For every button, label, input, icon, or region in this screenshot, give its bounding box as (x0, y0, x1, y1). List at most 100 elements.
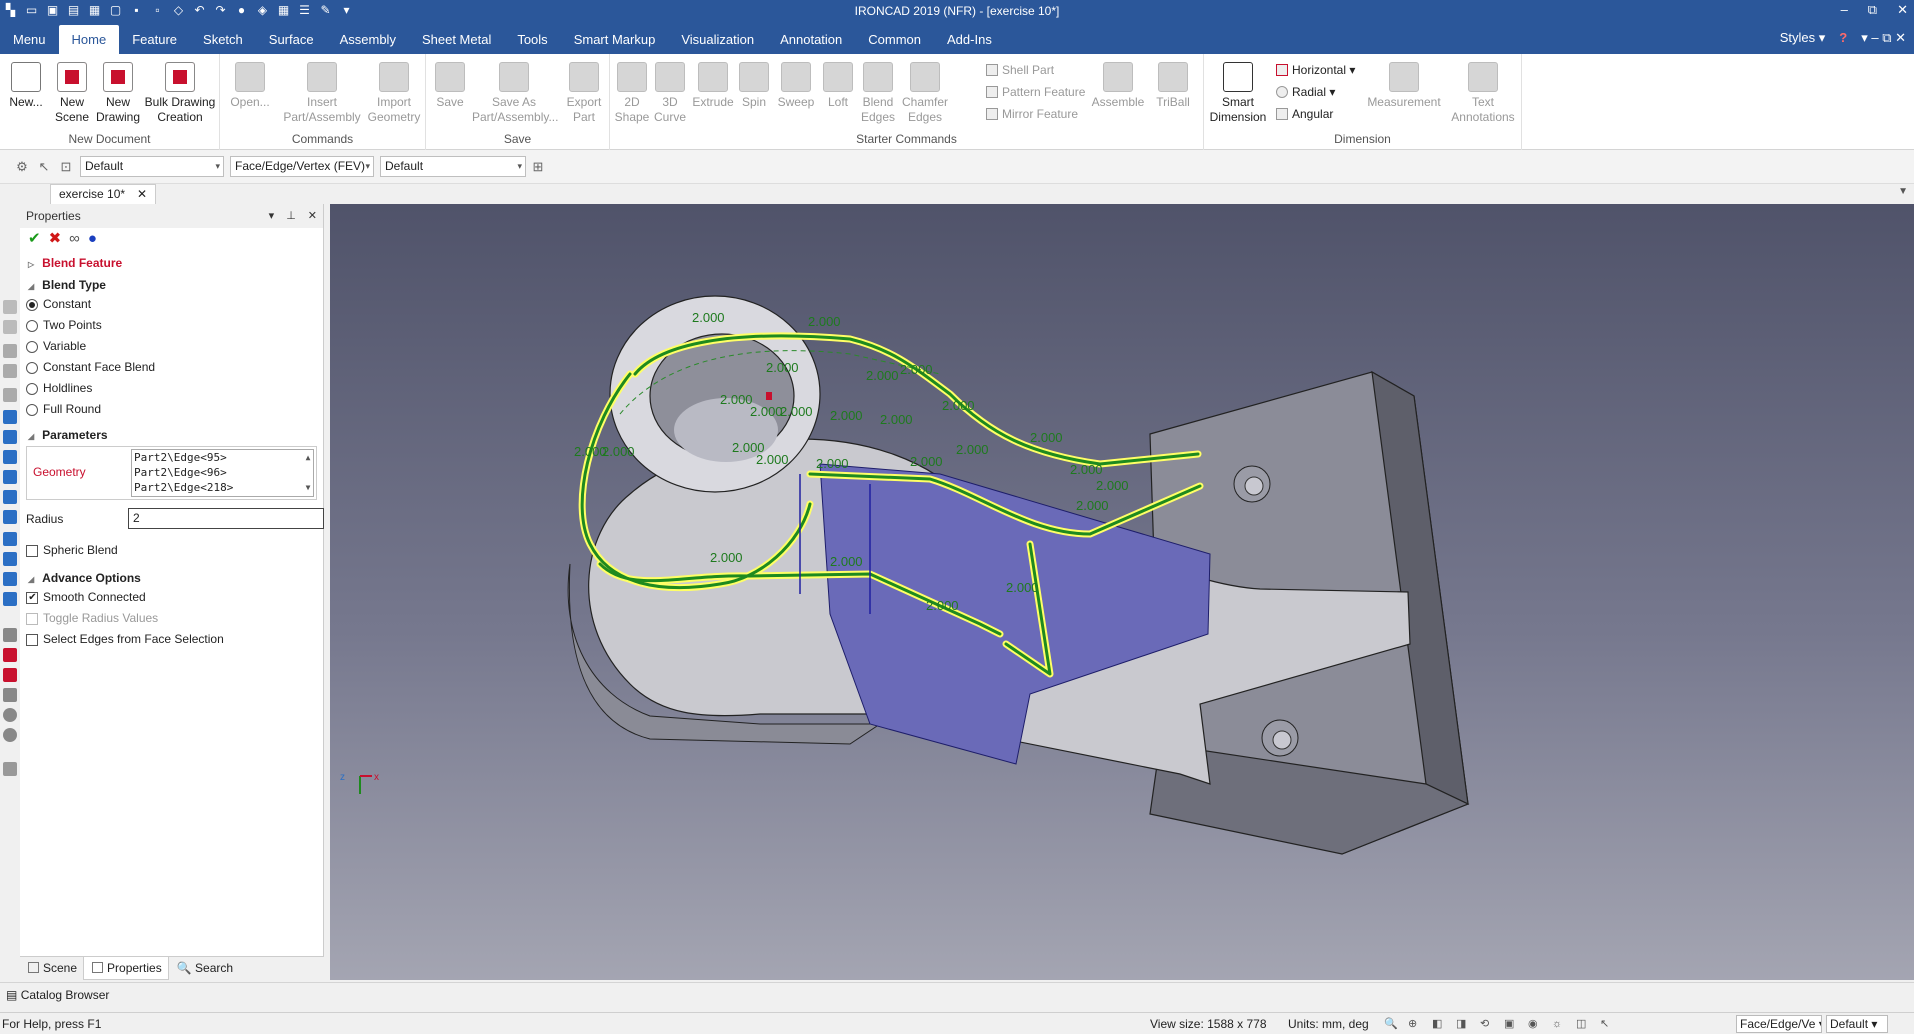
radio-constant[interactable]: Constant (20, 294, 323, 315)
shape-icon-1[interactable] (3, 410, 17, 424)
dim-label[interactable]: 2.000 (766, 360, 799, 375)
shape-icon-5[interactable] (3, 490, 17, 504)
tool-icon-7[interactable] (3, 648, 17, 662)
tab-tools[interactable]: Tools (504, 22, 560, 54)
geometry-item[interactable]: Part2\Edge<95> (134, 450, 313, 465)
dim-label[interactable]: 2.000 (880, 412, 913, 427)
tab-list-chevron-icon[interactable]: ▼ (1898, 186, 1908, 197)
zoom-fit-icon[interactable]: ⊕ (1408, 1017, 1422, 1031)
close-button[interactable]: ✕ (1897, 2, 1908, 18)
select-pointer-icon[interactable]: ↖ (36, 159, 52, 175)
sweep-button[interactable]: Sweep (774, 62, 818, 110)
tool-icon-8[interactable] (3, 668, 17, 682)
advance-options-section[interactable]: ◢ Advance Options (20, 565, 323, 587)
shading-icon[interactable]: ▣ (1504, 1017, 1518, 1031)
tool-icon-12[interactable] (3, 762, 17, 776)
radio-holdlines[interactable]: Holdlines (20, 378, 323, 399)
shape-icon-10[interactable] (3, 592, 17, 606)
dim-label[interactable]: 2.000 (830, 554, 863, 569)
geometry-item[interactable]: Part2\Edge<218> (134, 480, 313, 495)
chamfer-edges-button[interactable]: Chamfer Edges (900, 62, 950, 125)
measurement-button[interactable]: Measurement (1364, 62, 1444, 110)
horizontal-dimension-button[interactable]: Horizontal ▾ (1276, 62, 1355, 78)
radius-input[interactable]: 2 (128, 508, 324, 529)
save-as-button[interactable]: Save As Part/Assembly... (472, 62, 558, 125)
tool-icon-11[interactable] (3, 728, 17, 742)
tab-search[interactable]: 🔍 Search (169, 957, 239, 980)
dim-label[interactable]: 2.000 (1006, 580, 1039, 595)
extrude-button[interactable]: Extrude (692, 62, 734, 110)
spin-button[interactable]: Spin (736, 62, 772, 110)
3d-curve-button[interactable]: 3D Curve (652, 62, 688, 125)
triball-button[interactable]: TriBall (1150, 62, 1196, 110)
camera-icon[interactable]: ◉ (1528, 1017, 1542, 1031)
spheric-blend-checkbox[interactable]: Spheric Blend (20, 540, 323, 561)
smooth-connected-checkbox[interactable]: Smooth Connected (20, 587, 323, 608)
radio-variable[interactable]: Variable (20, 336, 323, 357)
status-filter-combo[interactable]: Face/Edge/Ve ▾ (1736, 1015, 1822, 1033)
open-button[interactable]: Open... (230, 62, 270, 110)
assemble-button[interactable]: Assemble (1090, 62, 1146, 110)
save-button[interactable]: Save (430, 62, 470, 110)
radial-dimension-button[interactable]: Radial ▾ (1276, 84, 1335, 100)
shell-part-button[interactable]: Shell Part (986, 62, 1054, 78)
ribbon-options-icon[interactable]: ▾ – ⧉ ✕ (1861, 30, 1906, 46)
loft-button[interactable]: Loft (820, 62, 856, 110)
3d-viewport[interactable]: 2.000 2.000 2.000 2.000 2.000 2.000 2.00… (330, 204, 1914, 980)
dim-label[interactable]: 2.000 (1030, 430, 1063, 445)
blend-feature-section[interactable]: ▷ Blend Feature (20, 250, 323, 272)
tab-menu[interactable]: Menu (0, 22, 59, 54)
tab-common[interactable]: Common (855, 22, 934, 54)
parameters-section[interactable]: ◢ Parameters (20, 422, 323, 444)
dim-label[interactable]: 2.000 (1096, 478, 1129, 493)
tool-icon-5[interactable] (3, 388, 17, 402)
import-geometry-button[interactable]: Import Geometry (364, 62, 424, 125)
select-filter-icon[interactable]: ⊡ (58, 159, 74, 175)
bulk-drawing-button[interactable]: Bulk Drawing Creation (142, 62, 218, 125)
shape-icon-8[interactable] (3, 552, 17, 566)
tab-surface[interactable]: Surface (256, 22, 327, 54)
select-parts-icon[interactable]: ⚙ (14, 159, 30, 175)
dim-label[interactable]: 2.000 (910, 454, 943, 469)
tab-smart-markup[interactable]: Smart Markup (561, 22, 669, 54)
dim-label[interactable]: 2.000 (720, 392, 753, 407)
styles-menu[interactable]: Styles ▾ (1780, 30, 1826, 46)
tab-properties[interactable]: Properties (83, 957, 169, 980)
help-icon[interactable]: ? (1839, 30, 1847, 46)
tab-scene[interactable]: Scene (20, 957, 83, 980)
mirror-feature-button[interactable]: Mirror Feature (986, 106, 1078, 122)
smart-dimension-button[interactable]: Smart Dimension (1208, 62, 1268, 125)
dim-label[interactable]: 2.000 (1070, 462, 1103, 477)
shape-icon-7[interactable] (3, 532, 17, 546)
tool-icon-4[interactable] (3, 364, 17, 378)
style-combo[interactable]: Default ▾ (380, 156, 526, 177)
selection-handle[interactable] (766, 392, 772, 400)
export-part-button[interactable]: Export Part (562, 62, 606, 125)
select-edges-checkbox[interactable]: Select Edges from Face Selection (20, 629, 323, 650)
shape-icon-2[interactable] (3, 430, 17, 444)
lights-icon[interactable]: ☼ (1552, 1017, 1566, 1031)
dim-label[interactable]: 2.000 (942, 398, 975, 413)
tool-icon-3[interactable] (3, 344, 17, 358)
angular-dimension-button[interactable]: Angular (1276, 106, 1333, 122)
selection-filter-combo[interactable]: Face/Edge/Vertex (FEV) ▾ (230, 156, 374, 177)
shape-icon-6[interactable] (3, 510, 17, 524)
dim-label[interactable]: 2.000 (926, 598, 959, 613)
tool-icon-1[interactable] (3, 300, 17, 314)
selection-mode-combo[interactable]: Default ▾ (80, 156, 224, 177)
cancel-icon[interactable]: ✖ (49, 231, 62, 247)
help-dot-icon[interactable]: ● (88, 231, 97, 247)
zoom-icon[interactable]: 🔍 (1384, 1017, 1398, 1031)
accept-icon[interactable]: ✔ (28, 231, 41, 247)
scene-canvas[interactable]: 2.000 2.000 2.000 2.000 2.000 2.000 2.00… (330, 204, 1914, 980)
dim-label[interactable]: 2.000 (602, 444, 635, 459)
list-scrollbar[interactable]: ▲ ▼ (303, 450, 313, 496)
minimize-button[interactable]: – (1841, 2, 1848, 18)
dim-label[interactable]: 2.000 (750, 404, 783, 419)
tab-sketch[interactable]: Sketch (190, 22, 256, 54)
dim-label[interactable]: 2.000 (756, 452, 789, 467)
tab-add-ins[interactable]: Add-Ins (934, 22, 1005, 54)
blend-edges-button[interactable]: Blend Edges (858, 62, 898, 125)
new-button[interactable]: New... (6, 62, 46, 110)
dim-label[interactable]: 2.000 (692, 310, 725, 325)
